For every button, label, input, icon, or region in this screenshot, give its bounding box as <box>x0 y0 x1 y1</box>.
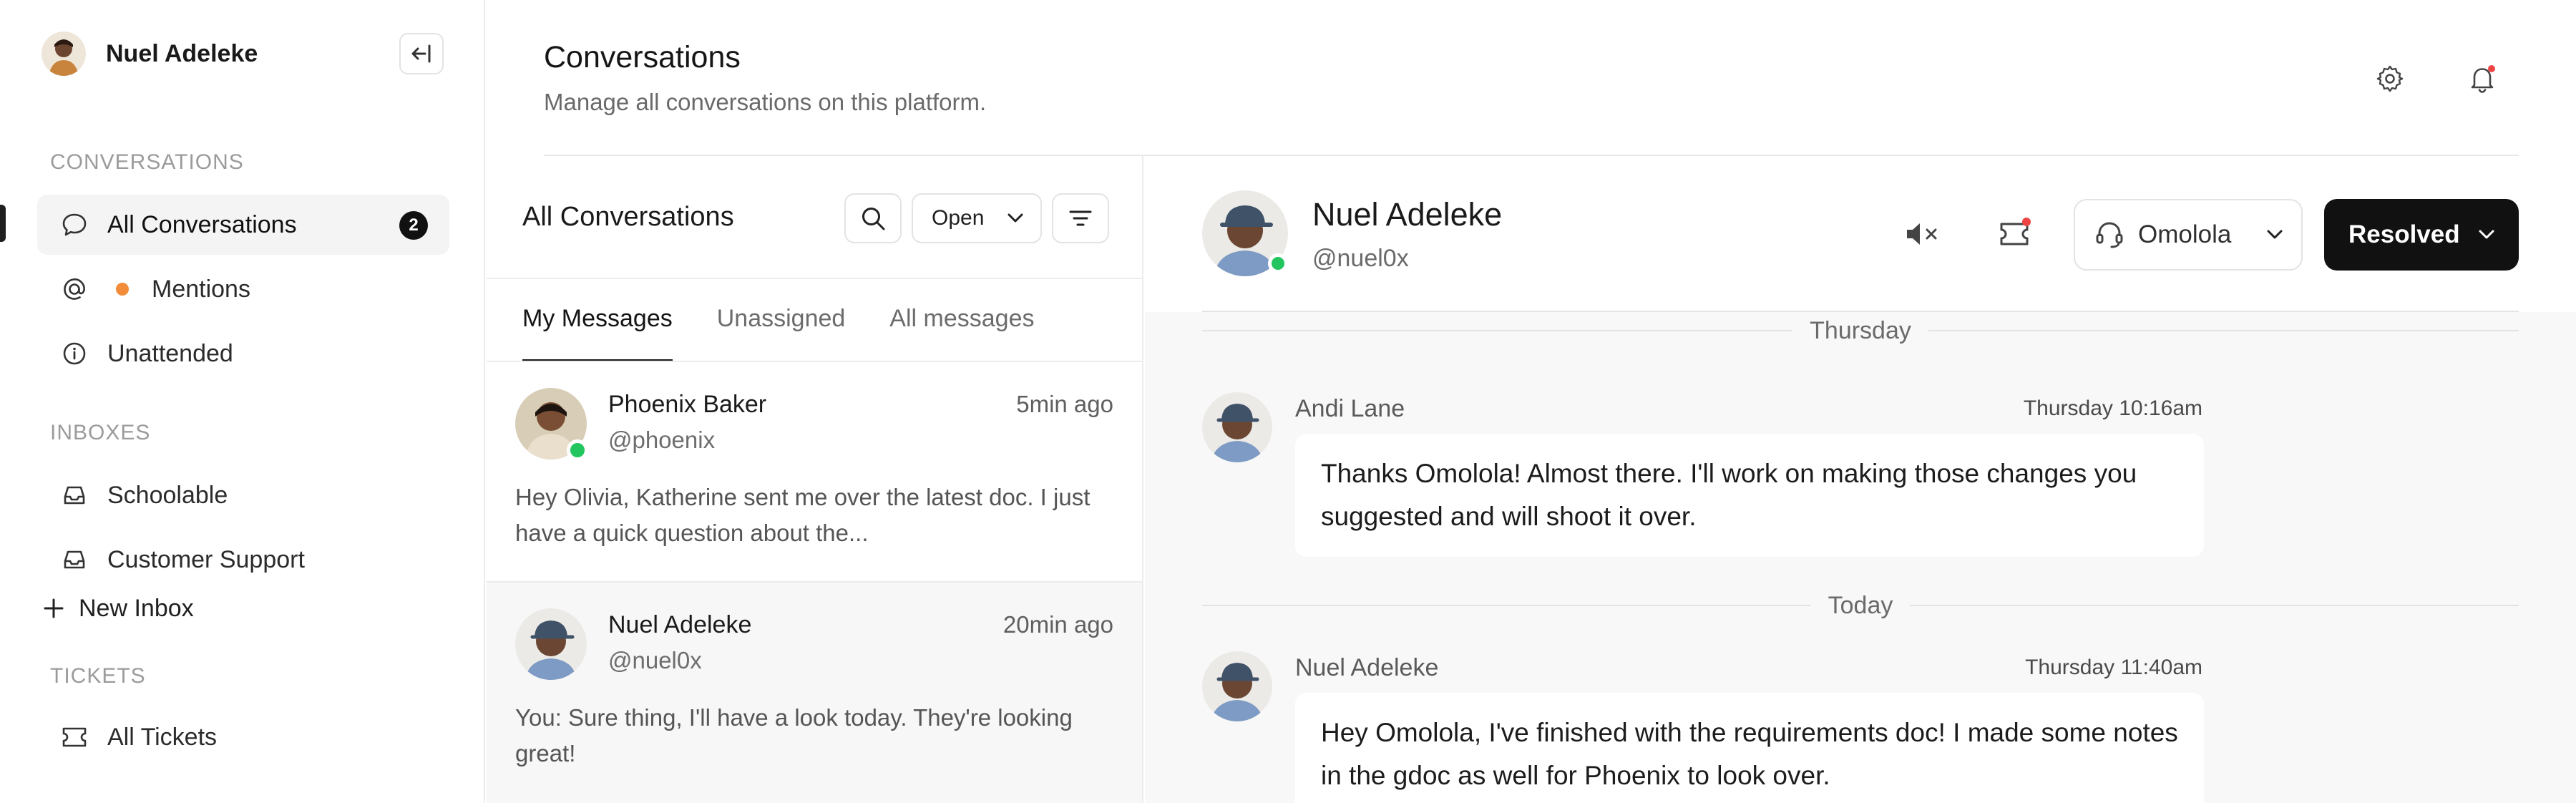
conversation-preview: Hey Olivia, Katherine sent me over the l… <box>515 484 1091 546</box>
status-filter-value: Open <box>932 206 985 230</box>
online-status-dot <box>567 439 588 461</box>
assignee-select[interactable]: Omolola <box>2074 199 2303 271</box>
plus-icon <box>42 596 66 620</box>
inbox-tray-icon <box>60 545 89 574</box>
avatar <box>1202 651 1272 721</box>
message-bubble: Thanks Omolola! Almost there. I'll work … <box>1295 434 2204 557</box>
message-tabs: My Messages Unassigned All messages <box>522 305 1079 362</box>
section-label-tickets: TICKETS <box>50 664 146 688</box>
resolve-status-button[interactable]: Resolved <box>2324 199 2519 271</box>
online-status-dot <box>1268 253 1288 273</box>
section-label-inboxes: INBOXES <box>50 421 151 444</box>
day-separator: Thursday <box>1202 316 2519 345</box>
contact-name: Nuel Adeleke <box>1312 196 1503 233</box>
gear-icon <box>2376 65 2404 92</box>
avatar <box>1202 392 1272 462</box>
conversation-time: 20min ago <box>1002 611 1113 638</box>
ticket-icon <box>60 723 89 751</box>
collapse-sidebar-button[interactable] <box>399 33 444 74</box>
conversation-preview: You: Sure thing, I'll have a look today.… <box>515 704 1073 766</box>
sidebar: Nuel Adeleke CONVERSATIONS All Conversat… <box>0 0 485 803</box>
sidebar-item-customer-support[interactable]: Customer Support <box>37 530 449 590</box>
day-label: Thursday <box>1810 316 1911 344</box>
conversation-handle: @phoenix <box>608 427 716 453</box>
resolve-status-label: Resolved <box>2348 220 2460 248</box>
avatar <box>515 388 588 461</box>
sidebar-item-label: Customer Support <box>107 545 305 573</box>
day-separator: Today <box>1202 591 2519 620</box>
conversation-name: Phoenix Baker <box>608 391 767 418</box>
section-label-conversations: CONVERSATIONS <box>50 150 244 174</box>
sidebar-item-all-conversations[interactable]: All Conversations 2 <box>37 195 449 255</box>
conversation-name: Nuel Adeleke <box>608 611 752 638</box>
tab-my-messages[interactable]: My Messages <box>522 305 673 362</box>
message-sender: Nuel Adeleke <box>1295 654 1439 681</box>
chat-header: Nuel Adeleke @nuel0x Omolola Resolved <box>1145 156 2576 312</box>
divider <box>1202 311 2519 312</box>
search-button[interactable] <box>844 193 902 243</box>
conversation-handle: @nuel0x <box>608 647 702 673</box>
mention-status-dot <box>116 283 129 296</box>
new-inbox-button[interactable]: New Inbox <box>42 587 194 630</box>
status-filter-select[interactable]: Open <box>912 193 1042 243</box>
count-badge: 2 <box>399 211 428 240</box>
sidebar-item-label: All Conversations <box>107 210 297 238</box>
conversation-item-nuel-adeleke[interactable]: Nuel Adeleke @nuel0x 20min ago You: Sure… <box>487 583 1142 803</box>
filter-button[interactable] <box>1052 193 1109 243</box>
day-label: Today <box>1828 591 1893 619</box>
conversation-time: 5min ago <box>1016 391 1113 417</box>
chevron-down-icon <box>2267 230 2283 239</box>
user-profile[interactable]: Nuel Adeleke <box>42 29 442 79</box>
notifications-button[interactable] <box>2463 59 2503 99</box>
conversation-list-panel: All Conversations Open My Messages Unass… <box>487 156 1143 803</box>
filter-lines-icon <box>1069 210 1092 226</box>
sidebar-item-label: All Tickets <box>107 723 218 751</box>
conversation-item-phoenix-baker[interactable]: Phoenix Baker @phoenix 5min ago Hey Oliv… <box>487 362 1142 581</box>
page-title: Conversations <box>544 40 741 74</box>
sidebar-item-label: Mentions <box>152 275 250 303</box>
tab-all-messages[interactable]: All messages <box>889 305 1034 348</box>
message-sender: Andi Lane <box>1295 395 1405 422</box>
sidebar-item-schoolable[interactable]: Schoolable <box>37 465 449 525</box>
assignee-name: Omolola <box>2138 220 2232 248</box>
sidebar-item-label: Schoolable <box>107 481 228 509</box>
bell-icon <box>2471 65 2495 93</box>
speaker-mute-icon <box>1907 223 1937 245</box>
list-title: All Conversations <box>522 202 734 232</box>
create-ticket-button[interactable] <box>1989 209 2039 259</box>
user-name: Nuel Adeleke <box>106 39 258 67</box>
message-bubble: Hey Omolola, I've finished with the requ… <box>1295 693 2204 803</box>
chevron-down-icon <box>1008 213 1023 223</box>
message-timestamp: Thursday 11:40am <box>2025 656 2202 679</box>
avatar <box>42 31 86 76</box>
message-timestamp: Thursday 10:16am <box>2023 396 2202 420</box>
at-sign-icon <box>60 275 89 303</box>
chat-bubble-icon <box>60 210 89 239</box>
chevron-down-icon <box>2479 230 2494 239</box>
search-icon <box>862 208 885 230</box>
inbox-tray-icon <box>60 481 89 510</box>
sidebar-item-mentions[interactable]: Mentions <box>37 259 449 319</box>
contact-avatar[interactable] <box>1202 190 1288 276</box>
collapse-icon <box>411 44 431 63</box>
sidebar-item-label: Unattended <box>107 339 233 367</box>
avatar <box>515 608 587 680</box>
mute-button[interactable] <box>1898 209 1948 259</box>
settings-button[interactable] <box>2370 59 2410 99</box>
info-icon <box>60 339 89 368</box>
tab-unassigned[interactable]: Unassigned <box>717 305 846 348</box>
sidebar-item-unattended[interactable]: Unattended <box>37 323 449 384</box>
sidebar-item-all-tickets[interactable]: All Tickets <box>37 707 449 767</box>
contact-handle: @nuel0x <box>1312 245 1409 272</box>
active-indicator <box>0 205 6 242</box>
divider <box>487 278 1142 279</box>
headset-icon <box>2096 222 2123 248</box>
new-inbox-label: New Inbox <box>79 594 194 622</box>
notification-dot <box>2022 218 2031 226</box>
page-subtitle: Manage all conversations on this platfor… <box>544 89 987 115</box>
chat-panel: Nuel Adeleke @nuel0x Omolola Resolved Th… <box>1145 156 2576 803</box>
